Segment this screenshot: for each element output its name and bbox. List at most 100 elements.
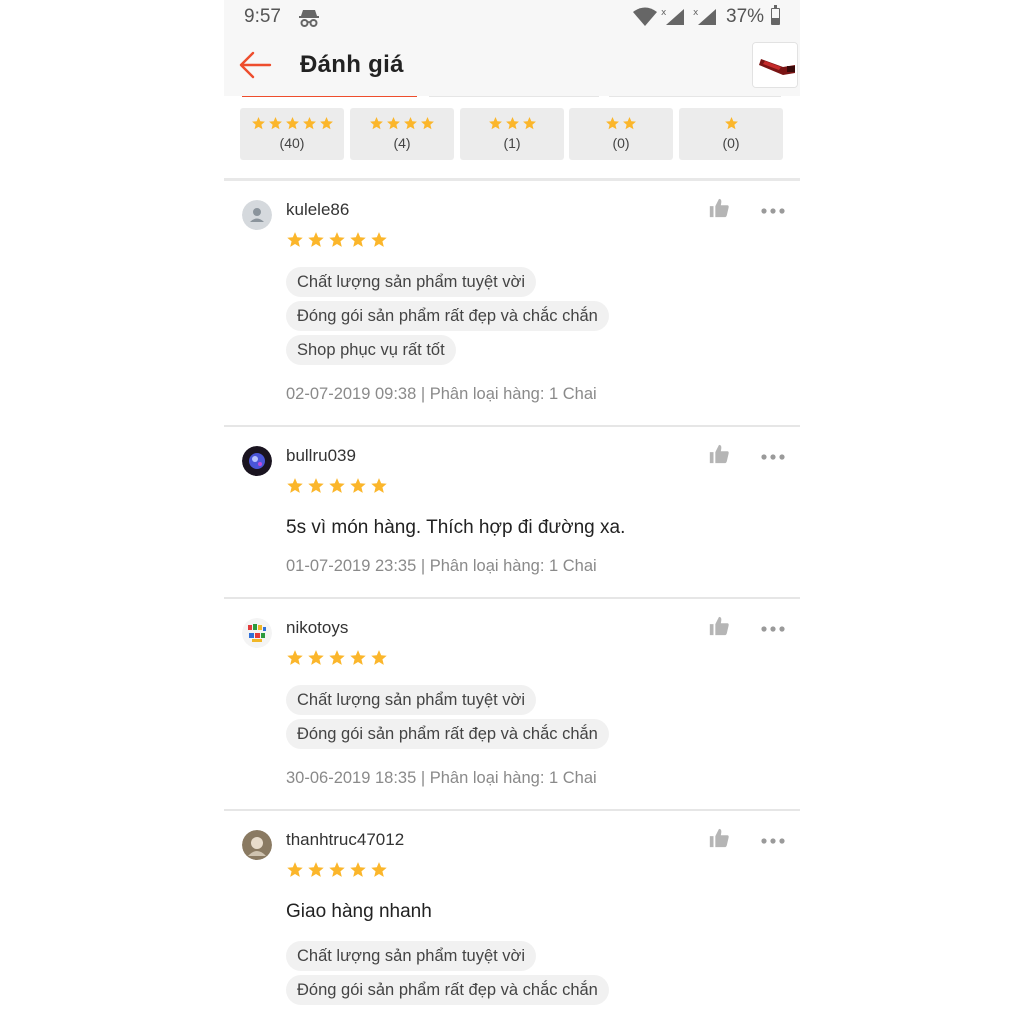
review-meta: 01-07-2019 23:35 | Phân loại hàng: 1 Cha… (286, 557, 597, 575)
chip-stars (240, 116, 344, 132)
star-icon (522, 116, 536, 130)
incognito-icon (298, 8, 320, 33)
thumbs-up-icon[interactable] (708, 197, 730, 219)
review-tag: Chất lượng sản phẩm tuyệt vời (286, 685, 537, 715)
chip-count: (4) (393, 135, 411, 151)
tab-underline (429, 92, 599, 97)
filter-chip-1-star[interactable]: (0) (679, 108, 783, 160)
chip-stars (460, 116, 564, 132)
review-meta: 02-07-2019 09:38 | Phân loại hàng: 1 Cha… (286, 385, 597, 403)
avatar[interactable] (242, 200, 272, 230)
avatar[interactable] (242, 618, 272, 648)
star-icon (308, 862, 324, 877)
star-icon (329, 478, 345, 493)
divider (224, 809, 800, 811)
svg-text:x: x (693, 8, 699, 18)
star-icon (370, 116, 383, 130)
star-icon (329, 862, 345, 877)
star-icon (371, 862, 387, 877)
more-options-icon[interactable] (760, 203, 786, 214)
chip-stars (679, 116, 783, 132)
star-icon (251, 116, 265, 130)
rating-stars (286, 649, 391, 667)
review-meta: 30-06-2019 18:35 | Phân loại hàng: 1 Cha… (286, 769, 597, 787)
status-time: 9:57 (244, 6, 281, 27)
more-options-icon[interactable] (760, 833, 786, 844)
app-header: Đánh giá (224, 36, 800, 96)
status-bar: 9:57 x x 37% (224, 0, 800, 36)
star-icon (287, 232, 303, 247)
wifi-icon (632, 7, 658, 32)
back-arrow-icon[interactable] (238, 50, 272, 80)
star-icon (287, 862, 303, 877)
review-tag: Chất lượng sản phẩm tuyệt vời (286, 941, 537, 971)
review-comment: 5s vì món hàng. Thích hợp đi đường xa. (286, 517, 626, 538)
rating-stars (286, 861, 391, 879)
chip-count: (0) (612, 135, 630, 151)
thumbs-up-icon[interactable] (708, 827, 730, 849)
thumbs-up-icon[interactable] (708, 615, 730, 637)
tab-underline (609, 92, 781, 97)
filter-chip-5-star[interactable]: (40) (240, 108, 344, 160)
review-comment: Giao hàng nhanh (286, 901, 432, 922)
star-icon (350, 650, 366, 665)
product-thumbnail[interactable] (752, 42, 798, 88)
cell-signal-icon-2: x (692, 7, 718, 32)
review-tag: Đóng gói sản phẩm rất đẹp và chắc chắn (286, 301, 609, 331)
star-icon (319, 116, 333, 130)
chip-count: (1) (503, 135, 521, 151)
star-icon (488, 116, 502, 130)
battery-fill (772, 18, 779, 24)
star-icon (371, 232, 387, 247)
page-title: Đánh giá (300, 51, 404, 78)
star-icon (387, 116, 400, 130)
cell-signal-icon: x (660, 7, 686, 32)
active-tab-underline (242, 92, 417, 97)
divider (224, 597, 800, 599)
star-icon (623, 116, 636, 130)
filter-chip-2-star[interactable]: (0) (569, 108, 673, 160)
filter-chip-4-star[interactable]: (4) (350, 108, 454, 160)
star-icon (308, 232, 324, 247)
star-icon (505, 116, 519, 130)
chip-stars (569, 116, 673, 132)
thumbs-up-icon[interactable] (708, 443, 730, 465)
star-icon (308, 650, 324, 665)
star-icon (404, 116, 417, 130)
svg-text:x: x (661, 8, 667, 18)
phone-screen: 9:57 x x 37% Đánh giá (40) (4) (1) (0) (0) k… (224, 0, 800, 1024)
star-icon (724, 116, 738, 130)
star-icon (371, 650, 387, 665)
star-icon (329, 650, 345, 665)
filter-chip-3-star[interactable]: (1) (460, 108, 564, 160)
chip-count: (40) (279, 135, 305, 151)
more-options-icon[interactable] (760, 621, 786, 632)
section-separator (224, 178, 800, 181)
star-icon (350, 232, 366, 247)
username[interactable]: thanhtruc47012 (286, 830, 404, 850)
star-icon (606, 116, 619, 130)
battery-percent: 37% (726, 6, 765, 27)
rating-stars (286, 231, 391, 249)
avatar[interactable] (242, 446, 272, 476)
rating-filter-bar: (40) (4) (1) (0) (0) (224, 96, 800, 178)
divider (224, 425, 800, 427)
review-tag: Chất lượng sản phẩm tuyệt vời (286, 267, 537, 297)
review-tag: Shop phục vụ rất tốt (286, 335, 456, 365)
star-icon (287, 650, 303, 665)
username[interactable]: nikotoys (286, 618, 348, 638)
star-icon (371, 478, 387, 493)
chip-stars (350, 116, 454, 132)
chip-count: (0) (722, 135, 740, 151)
star-icon (302, 116, 316, 130)
star-icon (308, 478, 324, 493)
review-tag: Đóng gói sản phẩm rất đẹp và chắc chắn (286, 719, 609, 749)
star-icon (329, 232, 345, 247)
more-options-icon[interactable] (760, 449, 786, 460)
avatar[interactable] (242, 830, 272, 860)
star-icon (421, 116, 434, 130)
username[interactable]: kulele86 (286, 200, 349, 220)
star-icon (285, 116, 299, 130)
username[interactable]: bullru039 (286, 446, 356, 466)
star-icon (350, 862, 366, 877)
